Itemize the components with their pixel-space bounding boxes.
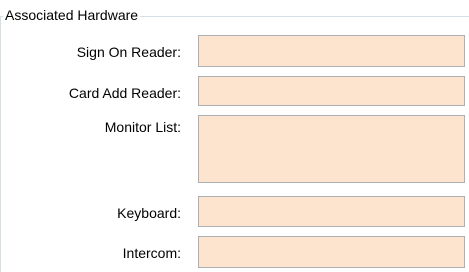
keyboard-label: Keyboard: xyxy=(117,205,181,221)
monitor-list-field[interactable] xyxy=(198,115,465,183)
monitor-list-label: Monitor List: xyxy=(104,119,181,135)
card-add-reader-label: Card Add Reader: xyxy=(68,85,181,101)
intercom-label: Intercom: xyxy=(122,245,181,261)
keyboard-field[interactable] xyxy=(198,196,465,227)
group-title: Associated Hardware xyxy=(3,6,141,24)
card-add-reader-field[interactable] xyxy=(198,76,465,106)
intercom-field[interactable] xyxy=(198,236,465,268)
associated-hardware-group: Associated Hardware Sign On Reader: Card… xyxy=(0,0,469,272)
sign-on-reader-field[interactable] xyxy=(198,35,465,67)
sign-on-reader-label: Sign On Reader: xyxy=(76,44,181,60)
